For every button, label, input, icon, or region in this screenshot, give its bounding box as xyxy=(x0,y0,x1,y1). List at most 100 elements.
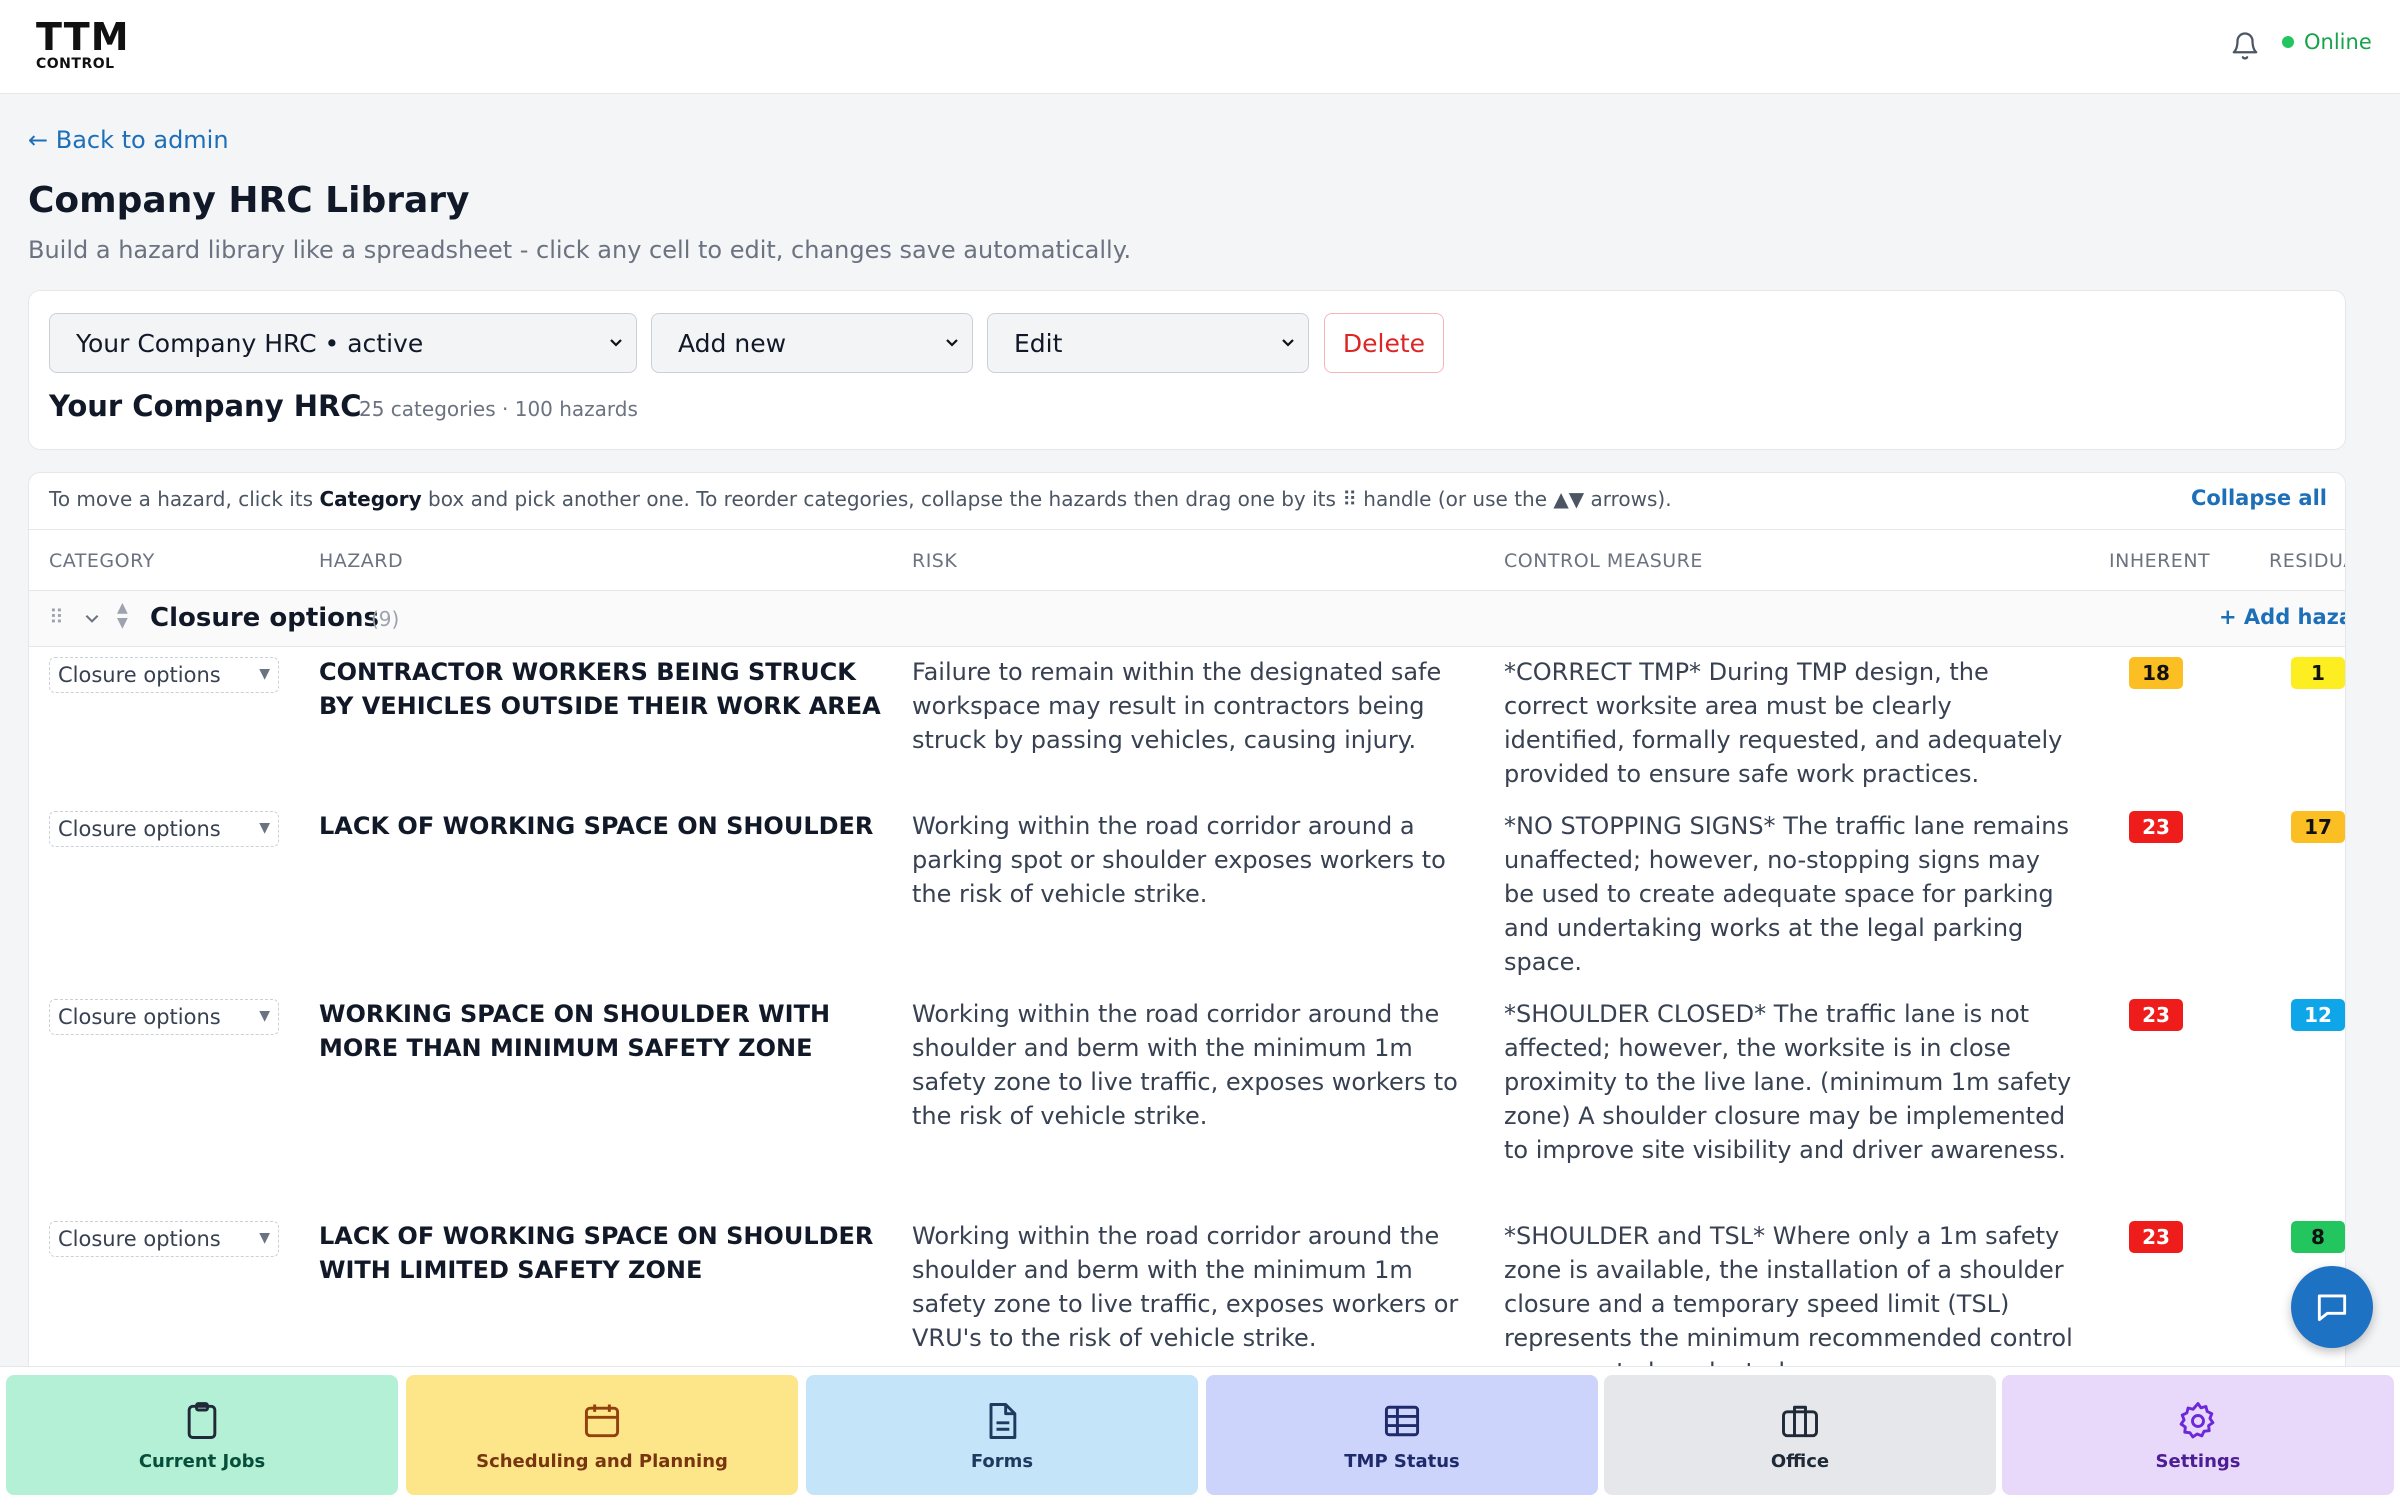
category-select-value: Closure options xyxy=(58,663,221,687)
document-icon xyxy=(989,1402,1017,1439)
table-hint: To move a hazard, click its Category box… xyxy=(49,487,1672,511)
header-control-measure[interactable]: CONTROL MEASURE xyxy=(1504,550,1703,572)
top-bar: TTM CONTROL Online xyxy=(0,0,2400,94)
bell-icon[interactable] xyxy=(2230,30,2260,62)
nav-label: Scheduling and Planning xyxy=(476,1450,728,1472)
page-title: Company HRC Library xyxy=(28,180,470,221)
brand-name: TTM xyxy=(36,15,130,59)
gear-icon xyxy=(2179,1401,2215,1438)
residual-score-badge[interactable]: 1 xyxy=(2291,657,2345,689)
category-group-row[interactable]: ⠿ ▲▼ Closure options (9) + Add hazard xyxy=(29,591,2345,647)
risk-cell[interactable]: Working within the road corridor around … xyxy=(912,809,1482,911)
risk-cell[interactable]: Failure to remain within the designated … xyxy=(912,655,1482,757)
edit-label: Edit xyxy=(1014,328,1063,358)
library-meta: 25 categories · 100 hazards xyxy=(359,397,638,421)
table-row: Closure options ▼ CONTRACTOR WORKERS BEIN… xyxy=(29,647,2345,801)
hazard-cell[interactable]: WORKING SPACE ON SHOULDER WITH MORE THAN… xyxy=(319,997,889,1065)
nav-current-jobs[interactable]: Current Jobs xyxy=(6,1375,398,1495)
collapse-all-button[interactable]: Collapse all xyxy=(2191,486,2327,510)
caret-down-icon: ▼ xyxy=(259,1230,270,1246)
hazard-cell[interactable]: CONTRACTOR WORKERS BEING STRUCK BY VEHIC… xyxy=(319,655,889,723)
hazard-table: To move a hazard, click its Category box… xyxy=(28,472,2346,1372)
residual-score-badge[interactable]: 17 xyxy=(2291,811,2345,843)
chat-button[interactable] xyxy=(2291,1266,2373,1348)
calendar-icon xyxy=(584,1404,620,1437)
caret-down-icon: ▼ xyxy=(259,820,270,836)
chevron-down-icon xyxy=(1282,339,1294,347)
brand-logo[interactable]: TTM CONTROL xyxy=(36,18,130,71)
library-card: Your Company HRC • active Add new Edit D… xyxy=(28,290,2346,450)
brand-subname: CONTROL xyxy=(36,56,115,72)
hint-text-end: box and pick another one. To reorder cat… xyxy=(421,487,1672,511)
nav-settings[interactable]: Settings xyxy=(2002,1375,2394,1495)
control-measure-cell[interactable]: *NO STOPPING SIGNS* The traffic lane rem… xyxy=(1504,809,2074,979)
table-header-row: CATEGORY HAZARD RISK CONTROL MEASURE INH… xyxy=(29,529,2345,591)
header-risk[interactable]: RISK xyxy=(912,550,957,572)
status-label: Online xyxy=(2304,30,2372,54)
chevron-down-icon xyxy=(946,339,958,347)
residual-score-badge[interactable]: 8 xyxy=(2291,1221,2345,1253)
category-select[interactable]: Closure options ▼ xyxy=(49,999,279,1035)
nav-tmp-status[interactable]: TMP Status xyxy=(1206,1375,1598,1495)
inherent-score-badge[interactable]: 23 xyxy=(2129,999,2183,1031)
header-category[interactable]: CATEGORY xyxy=(49,550,155,572)
inherent-score-badge[interactable]: 23 xyxy=(2129,811,2183,843)
status-dot-icon xyxy=(2282,36,2294,48)
hazard-cell[interactable]: LACK OF WORKING SPACE ON SHOULDER WITH L… xyxy=(319,1219,889,1287)
chevron-down-icon[interactable] xyxy=(83,609,101,627)
back-to-admin-link[interactable]: ← Back to admin xyxy=(28,126,229,154)
add-new-select[interactable]: Add new xyxy=(651,313,973,373)
library-name: Your Company HRC xyxy=(49,389,362,423)
nav-label: TMP Status xyxy=(1344,1450,1460,1472)
drag-handle-icon[interactable]: ⠿ xyxy=(49,605,64,629)
hazard-cell[interactable]: LACK OF WORKING SPACE ON SHOULDER xyxy=(319,809,889,843)
control-measure-cell[interactable]: *CORRECT TMP* During TMP design, the cor… xyxy=(1504,655,2074,791)
nav-office[interactable]: Office xyxy=(1604,1375,1996,1495)
category-count: (9) xyxy=(371,607,400,631)
caret-down-icon: ▼ xyxy=(259,666,270,682)
add-hazard-button[interactable]: + Add hazard xyxy=(2219,605,2345,629)
header-inherent[interactable]: INHERENT xyxy=(2109,550,2210,572)
risk-cell[interactable]: Working within the road corridor around … xyxy=(912,1219,1482,1355)
page-subtitle: Build a hazard library like a spreadshee… xyxy=(28,236,1132,264)
risk-cell[interactable]: Working within the road corridor around … xyxy=(912,997,1482,1133)
chevron-down-icon xyxy=(610,339,622,347)
inherent-score-badge[interactable]: 23 xyxy=(2129,1221,2183,1253)
briefcase-icon xyxy=(1782,1405,1818,1437)
inherent-score-badge[interactable]: 18 xyxy=(2129,657,2183,689)
online-status: Online xyxy=(2282,30,2372,54)
header-hazard[interactable]: HAZARD xyxy=(319,550,403,572)
category-select-value: Closure options xyxy=(58,1227,221,1251)
nav-label: Office xyxy=(1770,1450,1830,1472)
chat-icon xyxy=(2317,1294,2347,1322)
category-select[interactable]: Closure options ▼ xyxy=(49,657,279,693)
nav-label: Settings xyxy=(2155,1450,2241,1472)
table-row: Closure options ▼ LACK OF WORKING SPACE O… xyxy=(29,801,2345,989)
caret-down-icon: ▼ xyxy=(259,1008,270,1024)
category-select[interactable]: Closure options ▼ xyxy=(49,811,279,847)
control-measure-cell[interactable]: *SHOULDER CLOSED* The traffic lane is no… xyxy=(1504,997,2074,1167)
nav-label: Forms xyxy=(970,1450,1034,1472)
clipboard-icon xyxy=(187,1401,217,1439)
category-select[interactable]: Closure options ▼ xyxy=(49,1221,279,1257)
category-name: Closure options xyxy=(150,603,380,633)
table-icon xyxy=(1384,1405,1420,1436)
nav-label: Current Jobs xyxy=(138,1450,266,1472)
table-row: Closure options ▼ WORKING SPACE ON SHOULD… xyxy=(29,989,2345,1211)
category-select-value: Closure options xyxy=(58,817,221,841)
library-select-value: Your Company HRC • active xyxy=(76,328,424,358)
add-new-label: Add new xyxy=(678,328,787,358)
nav-scheduling-and-planning[interactable]: Scheduling and Planning xyxy=(406,1375,798,1495)
edit-select[interactable]: Edit xyxy=(987,313,1309,373)
delete-button[interactable]: Delete xyxy=(1324,313,1444,373)
nav-forms[interactable]: Forms xyxy=(806,1375,1198,1495)
table-row: Closure options ▼ LACK OF WORKING SPACE O… xyxy=(29,1211,2345,1371)
category-select-value: Closure options xyxy=(58,1005,221,1029)
residual-score-badge[interactable]: 12 xyxy=(2291,999,2345,1031)
control-measure-cell[interactable]: *SHOULDER and TSL* Where only a 1m safet… xyxy=(1504,1219,2074,1371)
header-residual[interactable]: RESIDUAL xyxy=(2269,550,2345,572)
hint-text-start: To move a hazard, click its xyxy=(49,487,320,511)
reorder-arrows-icon[interactable]: ▲ ▼ xyxy=(117,601,128,631)
library-select[interactable]: Your Company HRC • active xyxy=(49,313,637,373)
bottom-navigation: Current Jobs Scheduling and Planning For… xyxy=(0,1366,2400,1500)
